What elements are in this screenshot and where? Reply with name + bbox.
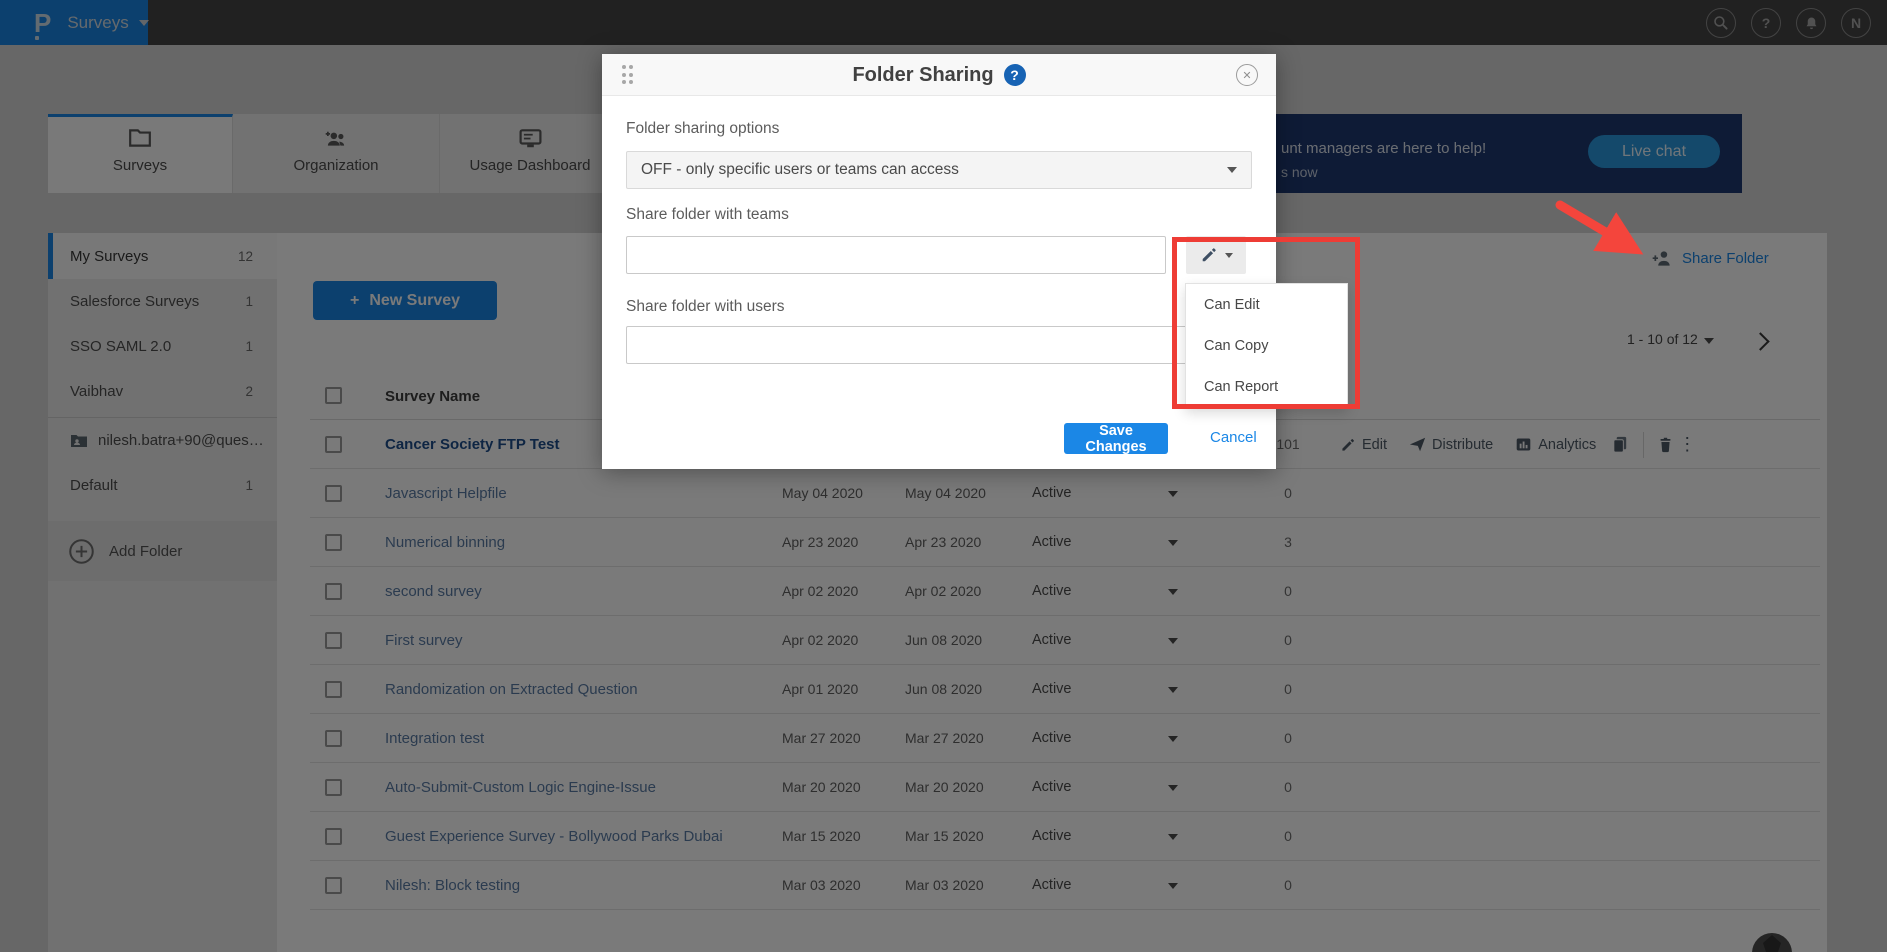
folder-sharing-options-select[interactable]: OFF - only specific users or teams can a… (626, 151, 1252, 189)
help-icon[interactable]: ? (1004, 64, 1026, 86)
users-label: Share folder with users (626, 298, 785, 316)
share-users-input[interactable] (626, 326, 1252, 364)
options-label: Folder sharing options (626, 120, 779, 138)
save-changes-button[interactable]: Save Changes (1064, 423, 1168, 454)
annotation-arrow (1542, 197, 1657, 263)
close-icon: ✕ (1242, 69, 1251, 82)
annotation-rectangle (1172, 237, 1360, 409)
teams-label: Share folder with teams (626, 206, 789, 224)
modal-title: Folder Sharing (852, 64, 993, 87)
chevron-down-icon (1227, 167, 1237, 173)
share-teams-input[interactable] (626, 236, 1166, 274)
app-window: P Surveys ? N Surveys Organization Usage (0, 0, 1887, 952)
modal-close-button[interactable]: ✕ (1236, 64, 1258, 86)
modal-header: Folder Sharing ? ✕ (602, 54, 1276, 96)
cancel-button[interactable]: Cancel (1210, 429, 1257, 446)
